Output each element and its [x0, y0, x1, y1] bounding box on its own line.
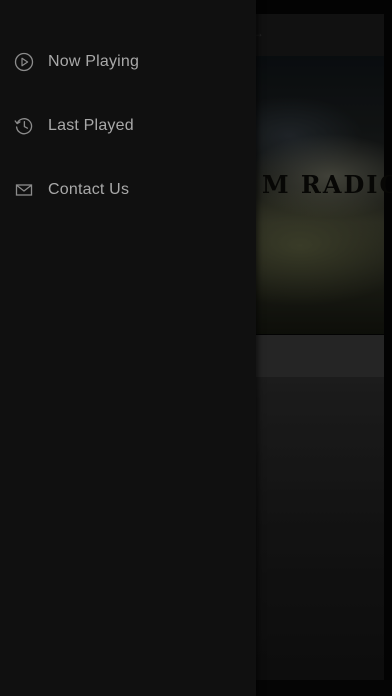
- play-circle-icon: [14, 52, 34, 72]
- menu-item-contact-us[interactable]: Contact Us: [0, 158, 256, 222]
- menu-item-label: Last Played: [48, 117, 134, 134]
- navigation-drawer: Now Playing Last Played Contact Us: [0, 0, 256, 696]
- menu-item-label: Now Playing: [48, 53, 140, 70]
- app-screen: → M RADIO Now Playing Last Played Contac…: [0, 0, 392, 696]
- menu-item-label: Contact Us: [48, 181, 130, 198]
- history-icon: [14, 116, 34, 136]
- menu-item-now-playing[interactable]: Now Playing: [0, 30, 256, 94]
- mail-icon: [14, 180, 34, 200]
- menu-item-last-played[interactable]: Last Played: [0, 94, 256, 158]
- drawer-menu: Now Playing Last Played Contact Us: [0, 30, 256, 222]
